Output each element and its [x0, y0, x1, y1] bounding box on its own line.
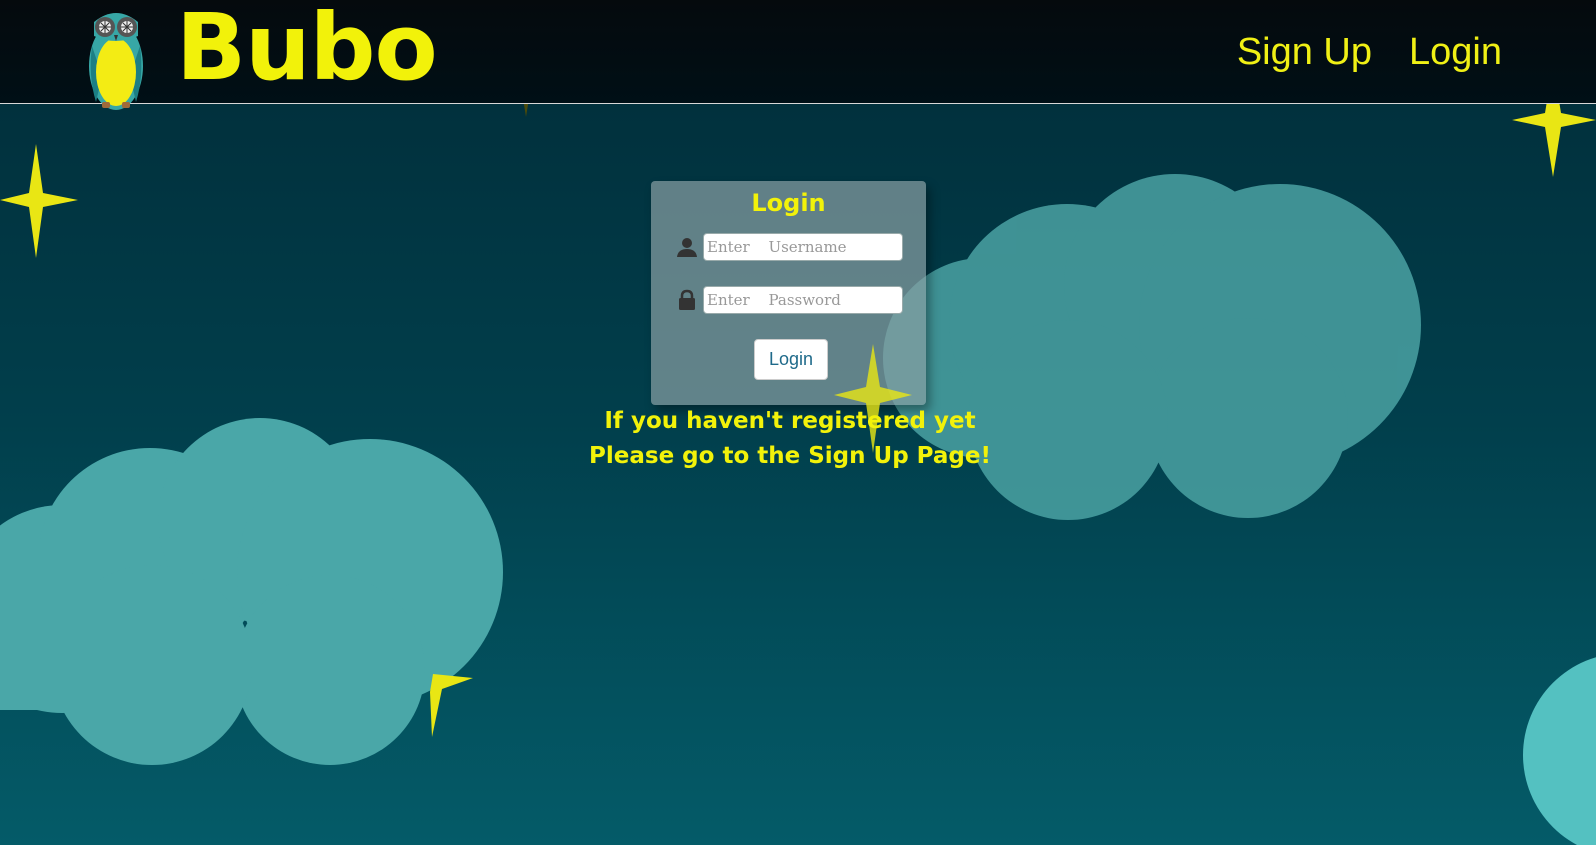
star-icon — [430, 674, 473, 737]
username-input[interactable] — [703, 233, 903, 261]
register-message: If you haven't registered yet Please go … — [560, 404, 1020, 474]
main-nav: Sign Up Login — [1237, 31, 1502, 74]
owl-icon — [89, 13, 143, 110]
password-row — [676, 286, 903, 314]
lock-icon — [679, 289, 695, 310]
brand-name: Bubo — [176, 0, 438, 101]
cloud-bottom-right — [1523, 657, 1596, 845]
nav-login-link[interactable]: Login — [1409, 31, 1502, 74]
user-icon — [677, 238, 697, 257]
login-title: Login — [751, 189, 826, 217]
top-navigation-bar: Bubo Sign Up Login — [0, 0, 1596, 110]
login-form: Login Login — [651, 181, 926, 405]
login-submit-button[interactable]: Login — [754, 339, 828, 380]
register-message-line-1: If you haven't registered yet — [604, 408, 976, 434]
nav-sign-up-link[interactable]: Sign Up — [1237, 31, 1372, 74]
register-message-line-2: Please go to the Sign Up Page! — [589, 443, 991, 469]
star-icon — [0, 144, 78, 258]
cloud-left — [0, 418, 503, 765]
password-input[interactable] — [703, 286, 903, 314]
brand[interactable]: Bubo — [84, 0, 438, 110]
username-row — [676, 233, 903, 261]
